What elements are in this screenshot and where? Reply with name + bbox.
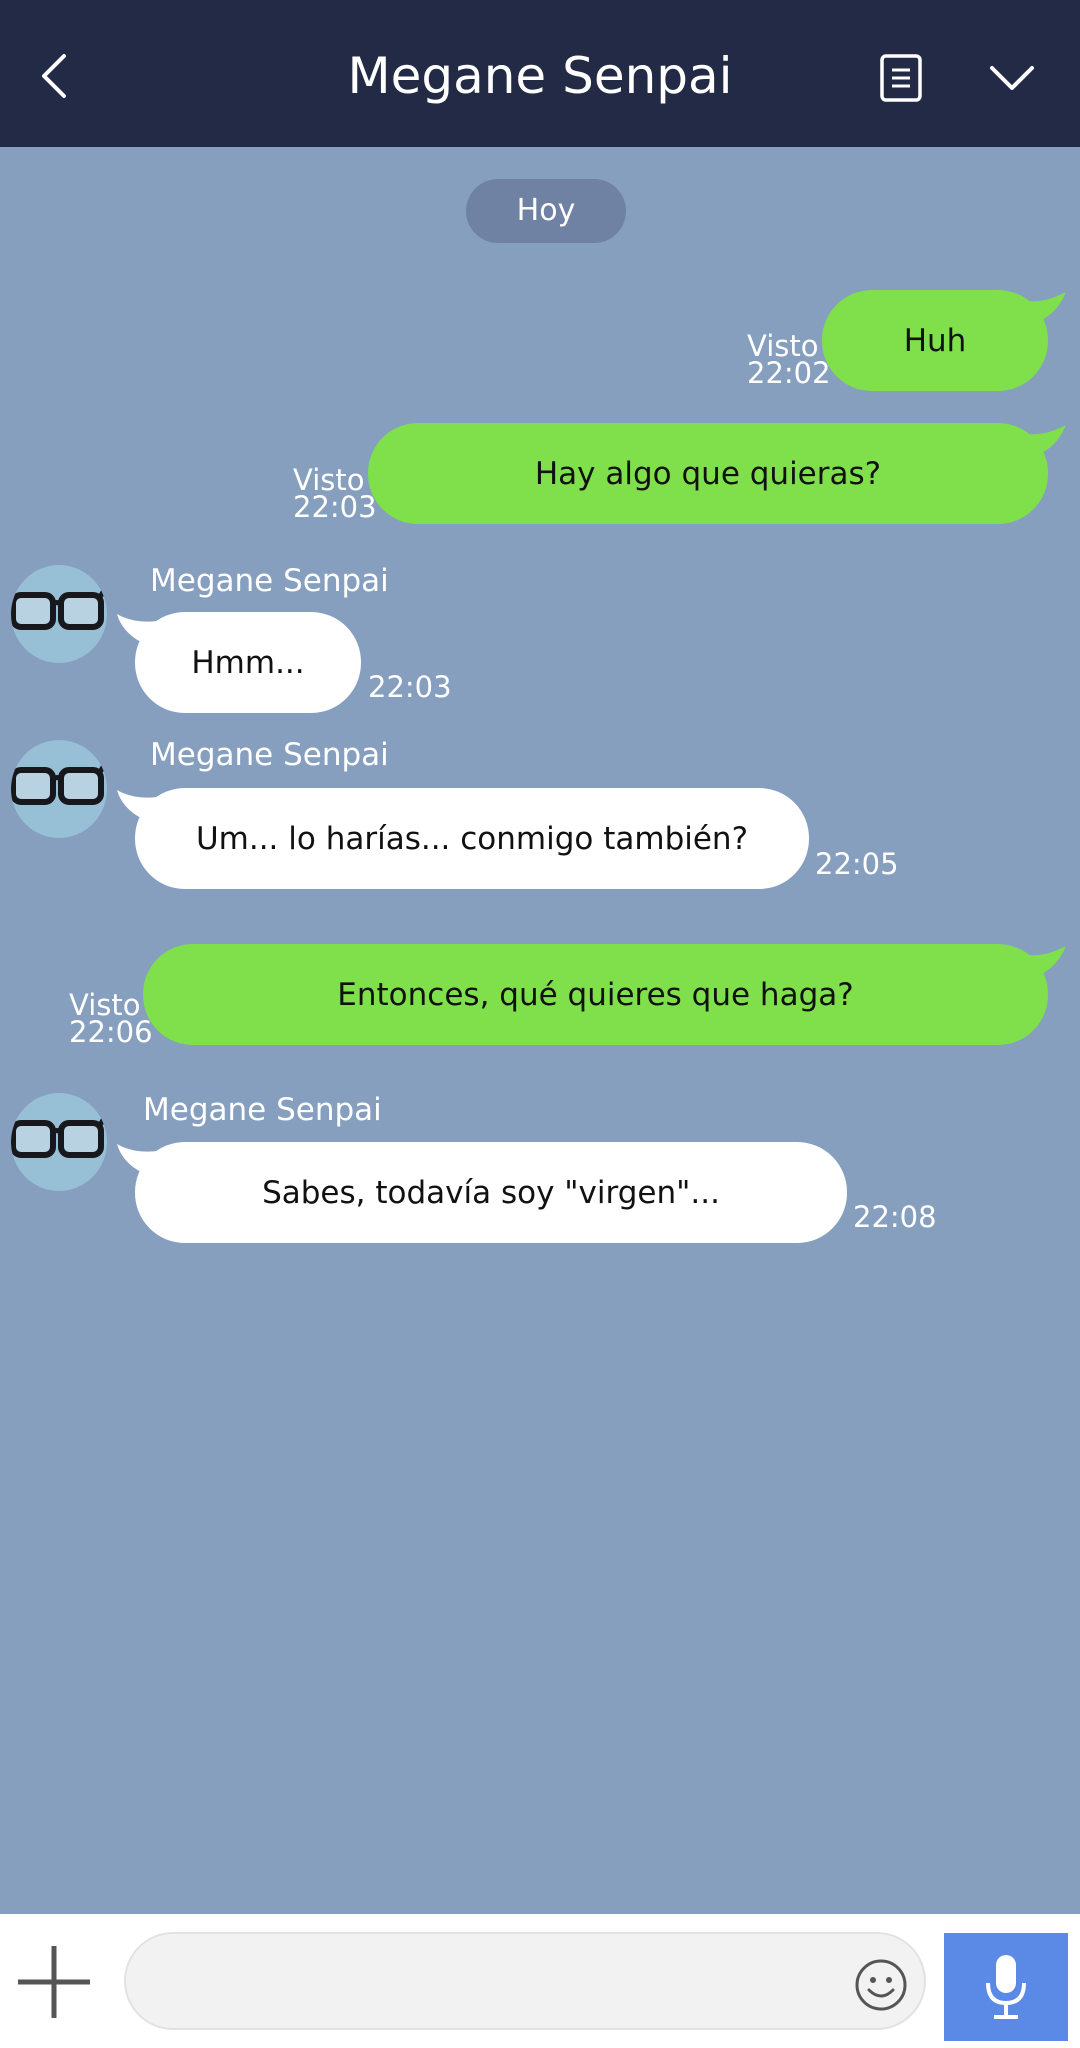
message-status: Visto 22:02 <box>747 332 831 390</box>
chat-header: Megane Senpai <box>0 0 1080 147</box>
message-time: 22:08 <box>853 1200 937 1234</box>
message-bubble[interactable]: Huh <box>822 290 1048 391</box>
notes-button[interactable] <box>878 52 924 104</box>
voice-message-button[interactable] <box>944 1933 1068 2041</box>
smiley-icon <box>855 1959 907 2011</box>
composer-bar <box>0 1914 1080 2048</box>
chevron-down-icon <box>990 66 1034 90</box>
avatar[interactable] <box>11 565 107 663</box>
message-input[interactable] <box>124 1932 926 2030</box>
message-time: 22:02 <box>747 356 831 390</box>
avatar[interactable] <box>11 740 107 838</box>
message-bubble[interactable]: Hmm... <box>135 612 361 713</box>
menu-dropdown-button[interactable] <box>986 60 1038 96</box>
message-bubble[interactable]: Hay algo que quieras? <box>368 423 1048 524</box>
message-status: Visto 22:03 <box>293 466 377 524</box>
sender-name: Megane Senpai <box>150 563 389 599</box>
glasses-icon <box>11 758 107 805</box>
emoji-button[interactable] <box>854 1958 908 2012</box>
sender-name: Megane Senpai <box>143 1092 382 1128</box>
message-time: 22:03 <box>293 490 377 524</box>
message-status: Visto 22:06 <box>69 991 153 1049</box>
sender-name: Megane Senpai <box>150 737 389 773</box>
avatar[interactable] <box>11 1093 107 1191</box>
plus-icon <box>18 1946 90 2018</box>
add-attachment-button[interactable] <box>16 1944 92 2020</box>
notes-icon <box>880 54 922 102</box>
glasses-icon <box>11 583 107 630</box>
message-bubble[interactable]: Sabes, todavía soy "virgen"... <box>135 1142 847 1243</box>
microphone-icon <box>986 1955 1026 2019</box>
glasses-icon <box>11 1111 107 1158</box>
date-separator: Hoy <box>466 179 626 243</box>
message-bubble[interactable]: Um... lo harías... conmigo también? <box>135 788 809 889</box>
message-time: 22:06 <box>69 1015 153 1049</box>
message-time: 22:03 <box>368 670 452 704</box>
message-bubble[interactable]: Entonces, qué quieres que haga? <box>143 944 1048 1045</box>
message-time: 22:05 <box>815 847 899 881</box>
